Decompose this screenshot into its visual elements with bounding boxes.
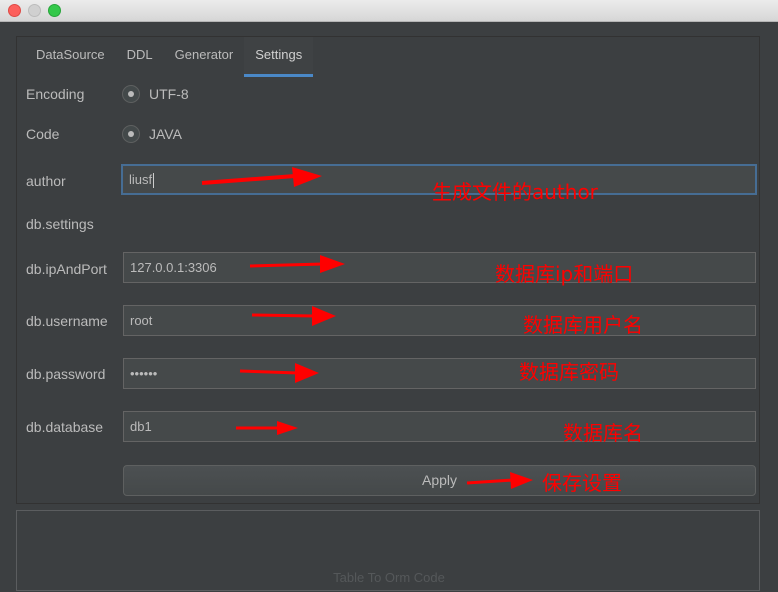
ip-port-field[interactable]: 127.0.0.1:3306: [123, 252, 756, 283]
annotation-arrow-database: [236, 421, 298, 435]
annotation-database: 数据库名: [563, 421, 643, 445]
code-radio[interactable]: [122, 125, 140, 143]
encoding-label: Encoding: [26, 86, 85, 102]
status-text: Table To Orm Code: [333, 570, 445, 585]
password-label: db.password: [26, 366, 106, 382]
tab-settings[interactable]: Settings: [244, 37, 314, 77]
annotation-ip: 数据库ip和端口: [495, 262, 634, 286]
annotation-arrow-username: [251, 306, 336, 326]
author-value: liusf: [129, 172, 153, 187]
code-value: JAVA: [149, 126, 182, 142]
code-label: Code: [26, 126, 60, 142]
apply-button[interactable]: Apply: [123, 465, 756, 496]
password-field[interactable]: ••••••: [123, 358, 756, 389]
annotation-author: 生成文件的author: [432, 180, 598, 204]
text-caret: [153, 173, 155, 189]
encoding-value: UTF-8: [149, 86, 189, 102]
tab-generator[interactable]: Generator: [164, 37, 245, 77]
minimize-window-button[interactable]: [28, 4, 41, 17]
ip-port-label: db.ipAndPort: [26, 261, 107, 277]
annotation-apply: 保存设置: [542, 471, 622, 495]
username-field[interactable]: root: [123, 305, 756, 336]
annotation-arrow-password: [239, 363, 319, 383]
database-field[interactable]: db1: [123, 411, 756, 442]
annotation-password: 数据库密码: [519, 360, 619, 384]
maximize-window-button[interactable]: [48, 4, 61, 17]
tab-bar: DataSource DDL Generator Settings: [25, 37, 314, 77]
author-label: author: [26, 173, 66, 189]
tab-ddl[interactable]: DDL: [116, 37, 164, 77]
window-titlebar: [0, 0, 778, 22]
username-label: db.username: [26, 313, 108, 329]
annotation-username: 数据库用户名: [523, 313, 643, 337]
annotation-arrow-apply: [466, 472, 533, 489]
db-settings-label: db.settings: [26, 216, 94, 232]
database-label: db.database: [26, 419, 104, 435]
tab-datasource[interactable]: DataSource: [25, 37, 116, 77]
annotation-arrow-ip: [249, 255, 345, 273]
encoding-radio[interactable]: [122, 85, 140, 103]
annotation-arrow-author: [201, 167, 322, 187]
close-window-button[interactable]: [8, 4, 21, 17]
